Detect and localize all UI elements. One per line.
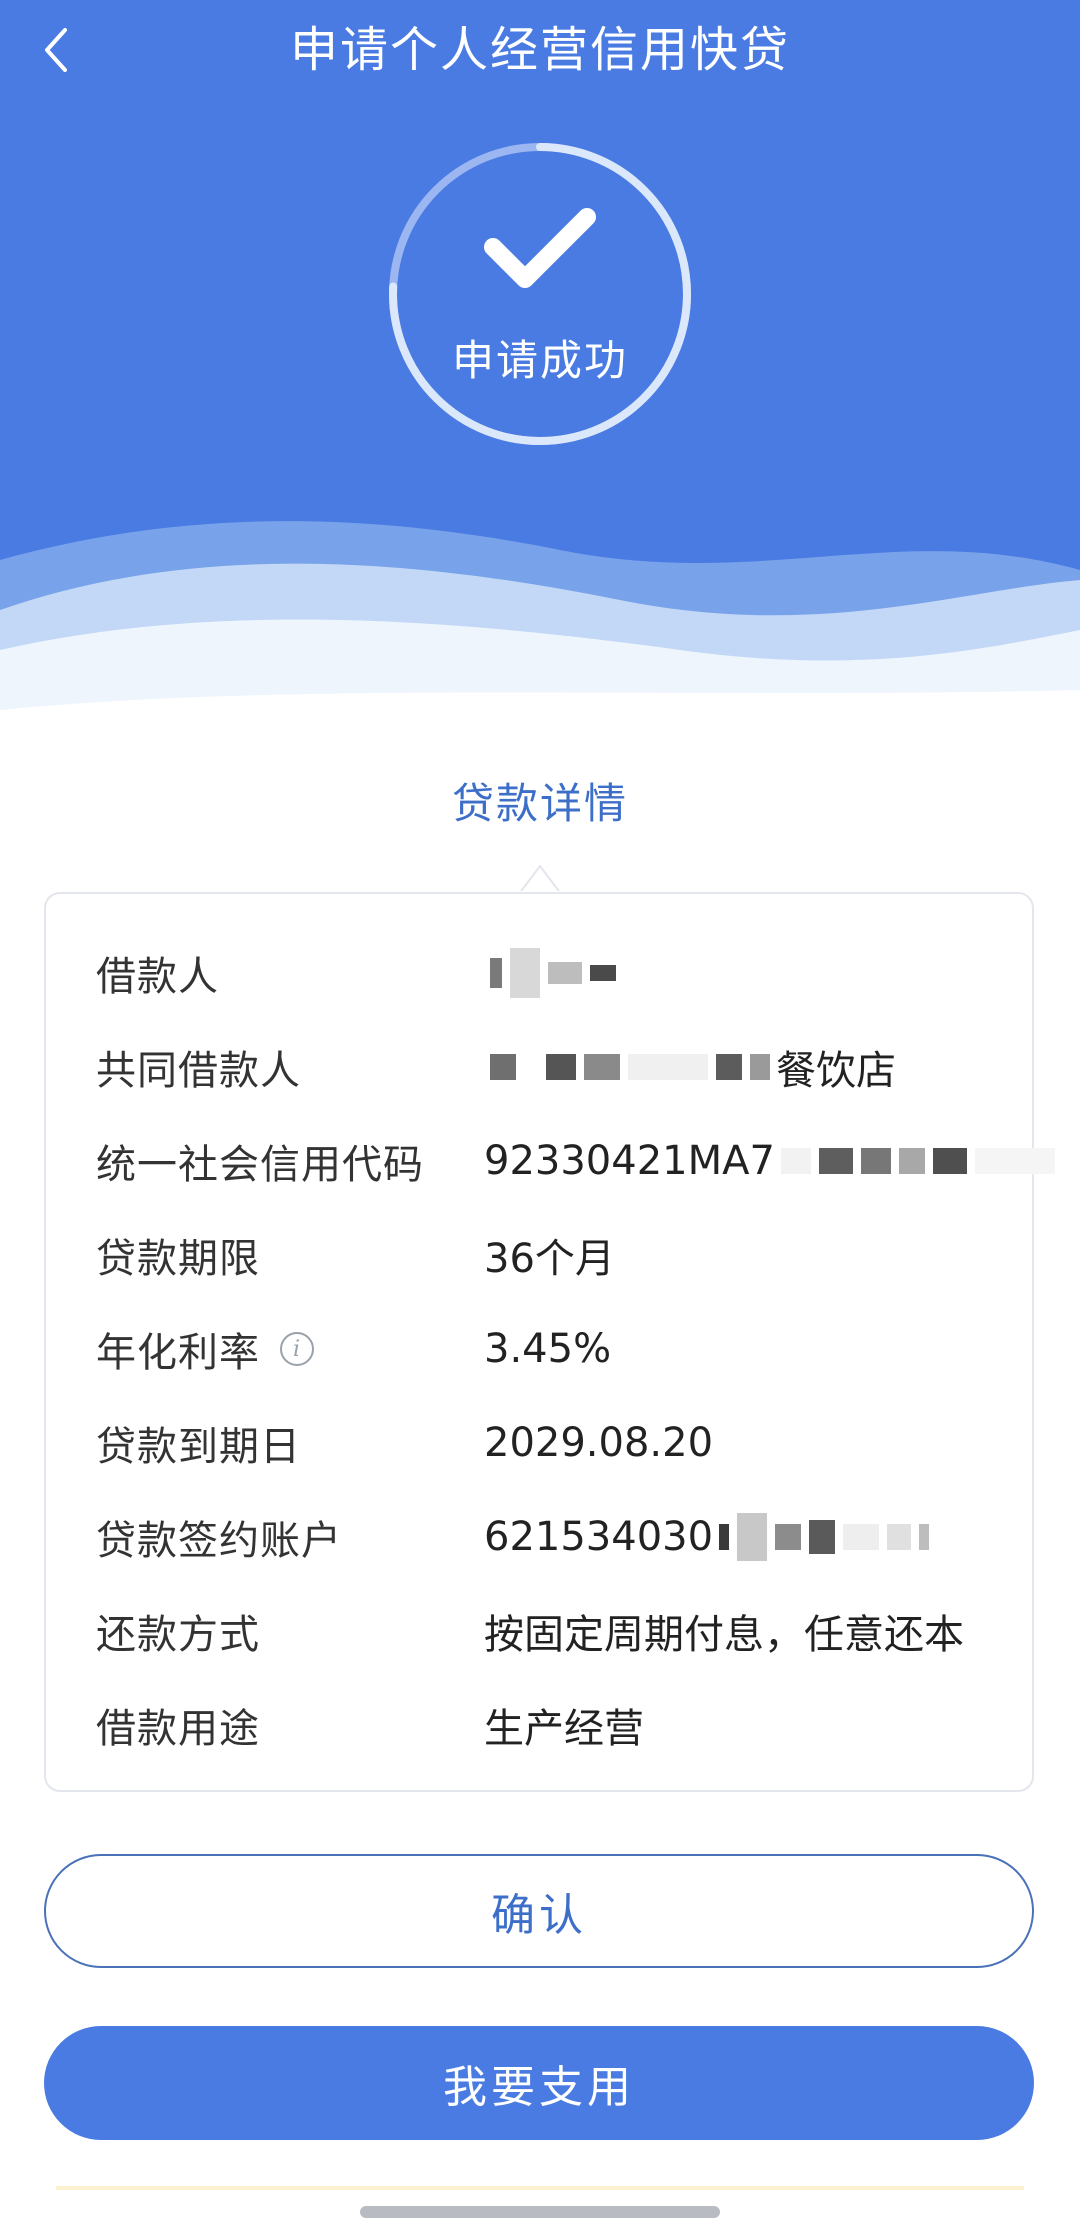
bottom-banner-edge xyxy=(56,2186,1024,2190)
detail-label: 统一社会信用代码 xyxy=(96,1142,424,1188)
detail-row-credit-code: 统一社会信用代码 92330421MA7 xyxy=(46,1114,1055,1208)
detail-label: 借款用途 xyxy=(96,1706,260,1752)
success-status: 申请成功 xyxy=(383,137,697,451)
masked-text xyxy=(490,1054,770,1080)
detail-value-due-date: 2029.08.20 xyxy=(484,1420,714,1466)
detail-label: 贷款期限 xyxy=(96,1236,260,1282)
home-indicator xyxy=(360,2206,720,2218)
detail-row-repayment: 还款方式 按固定周期付息，任意还本 xyxy=(46,1584,1036,1678)
detail-row-borrower: 借款人 xyxy=(46,926,1036,1020)
detail-label: 借款人 xyxy=(96,954,219,1000)
confirm-button[interactable]: 确认 xyxy=(44,1854,1034,1968)
masked-text xyxy=(490,948,616,998)
page-title: 申请个人经营信用快贷 xyxy=(289,22,790,78)
loan-details-card: 借款人 共同借款人 餐饮店 统一社会信用代码 92330421MA7 贷款期限 … xyxy=(44,892,1055,1792)
detail-row-co-borrower: 共同借款人 餐饮店 xyxy=(46,1020,1036,1114)
masked-text xyxy=(780,1148,1055,1174)
detail-row-due-date: 贷款到期日 2029.08.20 xyxy=(46,1396,1036,1490)
info-icon[interactable]: i xyxy=(280,1332,314,1366)
back-button[interactable] xyxy=(30,14,82,86)
detail-value-purpose: 生产经营 xyxy=(484,1706,644,1752)
header-banner: 申请个人经营信用快贷 申请成功 xyxy=(0,0,1080,780)
detail-label: 贷款到期日 xyxy=(96,1424,301,1470)
detail-label: 贷款签约账户 xyxy=(96,1518,342,1564)
card-pointer xyxy=(519,864,561,894)
detail-label-rate: 年化利率 i xyxy=(96,1320,314,1378)
section-title: 贷款详情 xyxy=(451,779,628,828)
detail-row-purpose: 借款用途 生产经营 xyxy=(46,1678,1036,1772)
detail-row-rate: 年化利率 i 3.45% xyxy=(46,1302,1036,1396)
detail-value-repayment: 按固定周期付息，任意还本 xyxy=(484,1612,964,1658)
detail-value-credit-code: 92330421MA7 xyxy=(484,1138,1061,1184)
chevron-left-icon xyxy=(45,28,67,72)
detail-label: 还款方式 xyxy=(96,1612,260,1658)
detail-value-co-borrower: 餐饮店 xyxy=(484,1038,896,1096)
progress-ring xyxy=(389,143,691,445)
detail-value-borrower xyxy=(484,948,622,998)
check-icon xyxy=(484,208,596,288)
detail-value-term: 36个月 xyxy=(484,1236,615,1282)
detail-label: 共同借款人 xyxy=(96,1048,301,1094)
draw-down-button[interactable]: 我要支用 xyxy=(44,2026,1034,2140)
detail-row-term: 贷款期限 36个月 xyxy=(46,1208,1036,1302)
status-text: 申请成功 xyxy=(451,336,628,385)
wave-decoration xyxy=(0,521,1080,780)
detail-value-account: 621534030 xyxy=(484,1513,935,1561)
masked-text xyxy=(719,1513,930,1561)
detail-value-rate: 3.45% xyxy=(484,1326,612,1372)
detail-row-account: 贷款签约账户 621534030 xyxy=(46,1490,1036,1584)
